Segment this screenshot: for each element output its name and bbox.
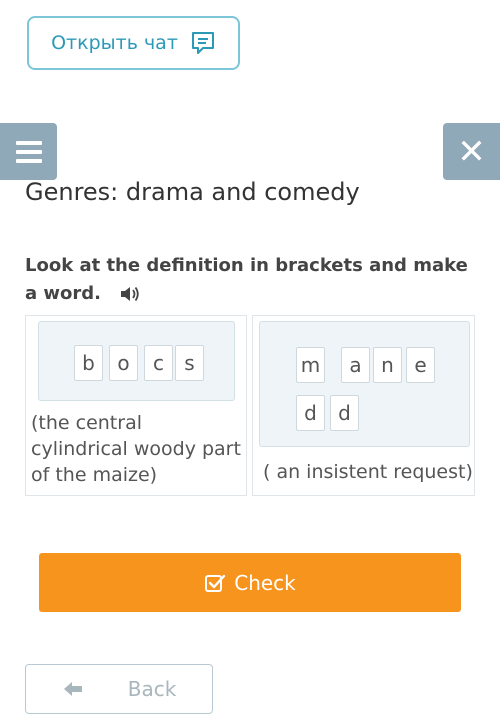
letter-tile[interactable]: d	[330, 395, 359, 431]
arrow-left-icon	[63, 682, 82, 696]
letter-tile[interactable]: d	[296, 395, 325, 431]
check-button[interactable]: Check	[39, 553, 461, 612]
letter-tile[interactable]: c	[144, 345, 173, 381]
letter-tile[interactable]: a	[341, 347, 370, 383]
letter-tile[interactable]: n	[373, 347, 402, 383]
letter-tile[interactable]: m	[296, 347, 325, 383]
chat-icon	[191, 32, 214, 54]
letter-tile[interactable]: e	[406, 347, 435, 383]
open-chat-button[interactable]: Открыть чат	[27, 16, 240, 70]
definition-text: (the central cylindrical woody part of t…	[31, 412, 241, 486]
letter-tray-1: b o c s	[38, 321, 235, 401]
back-label: Back	[127, 677, 177, 701]
word-card-1: b o c s (the central cylindrical woody p…	[25, 315, 247, 496]
definition-text: ( an insistent request)	[263, 461, 473, 483]
page-title: Genres: drama and comedy	[25, 178, 360, 206]
instruction-text: Look at the definition in brackets and m…	[25, 252, 475, 308]
word-card-2: m a n e d d ( an insistent request)	[252, 315, 475, 496]
speaker-icon[interactable]	[119, 285, 141, 303]
hamburger-menu-icon[interactable]	[0, 123, 57, 180]
back-button[interactable]: Back	[25, 664, 213, 714]
checkbox-icon	[205, 574, 226, 592]
letter-tray-2: m a n e d d	[259, 321, 470, 447]
letter-tile[interactable]: s	[175, 345, 204, 381]
letter-tile[interactable]: b	[74, 345, 103, 381]
close-button[interactable]: ✕	[443, 123, 500, 180]
instruction-label: Look at the definition in brackets and m…	[25, 255, 468, 304]
check-label: Check	[234, 570, 296, 595]
letter-tile[interactable]: o	[109, 345, 138, 381]
close-icon: ✕	[457, 131, 486, 172]
open-chat-label: Открыть чат	[51, 32, 178, 54]
